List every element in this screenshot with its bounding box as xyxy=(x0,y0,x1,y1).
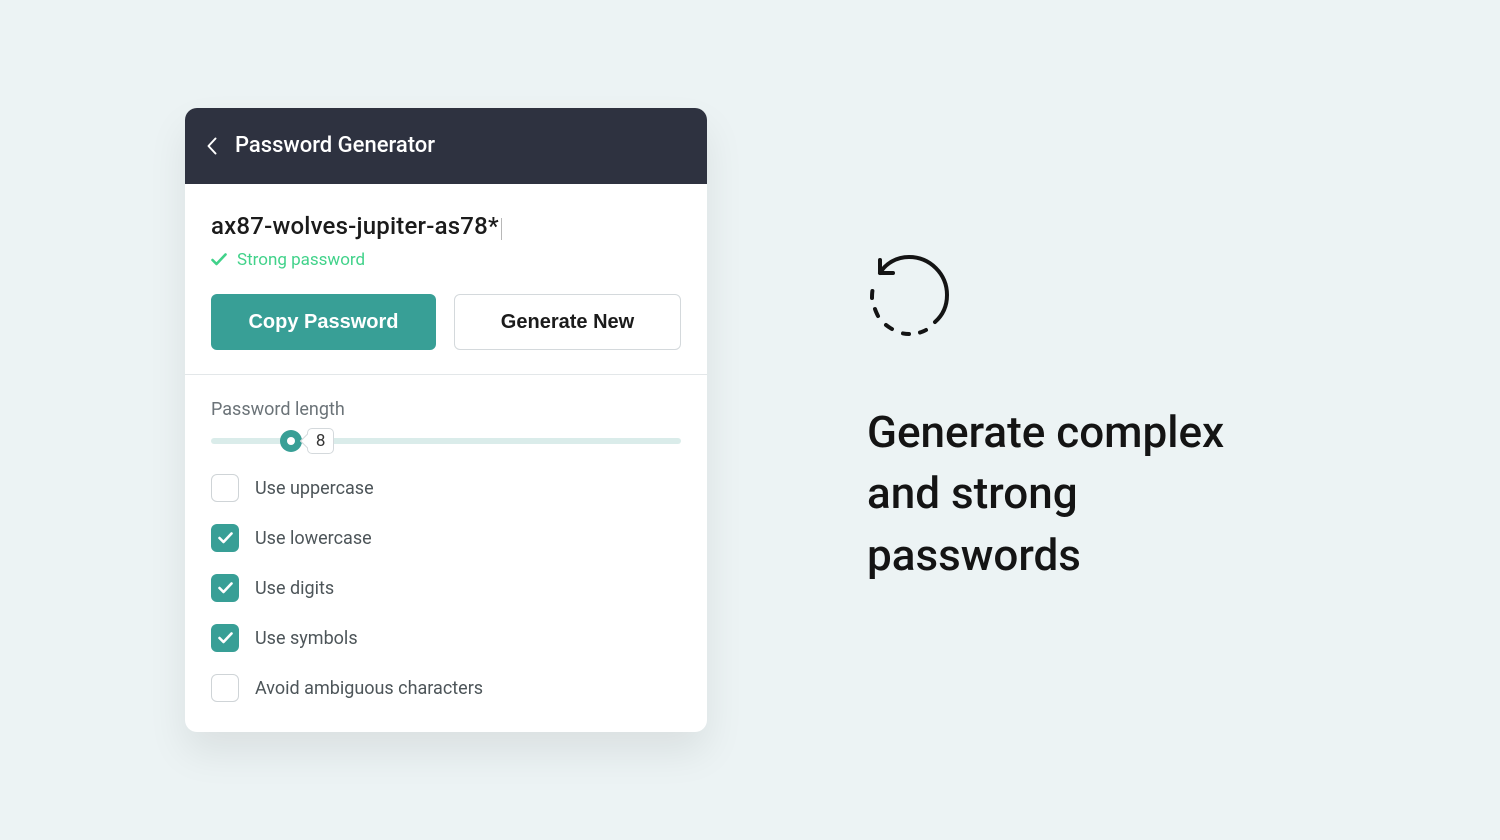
length-label: Password length xyxy=(211,399,681,420)
option-label: Use uppercase xyxy=(255,478,374,499)
option-row: Avoid ambiguous characters xyxy=(211,674,681,702)
card-title: Password Generator xyxy=(235,133,435,158)
checkbox[interactable] xyxy=(211,674,239,702)
chevron-left-icon[interactable] xyxy=(207,137,217,155)
option-label: Use digits xyxy=(255,578,334,599)
password-generator-card: Password Generator ax87-wolves-jupiter-a… xyxy=(185,108,707,733)
password-options-section: Password length 8 Use uppercase Use lower… xyxy=(185,375,707,732)
checkbox[interactable] xyxy=(211,624,239,652)
option-label: Avoid ambiguous characters xyxy=(255,678,483,699)
option-label: Use lowercase xyxy=(255,528,372,549)
copy-password-button[interactable]: Copy Password xyxy=(211,294,436,350)
option-label: Use symbols xyxy=(255,628,358,649)
button-row: Copy Password Generate New xyxy=(211,294,681,350)
slider-thumb[interactable] xyxy=(280,430,302,452)
slider-value: 8 xyxy=(307,428,335,454)
option-row: Use digits xyxy=(211,574,681,602)
options-list: Use uppercase Use lowercase Use digits Use … xyxy=(211,474,681,702)
card-header: Password Generator xyxy=(185,108,707,184)
generated-password[interactable]: ax87-wolves-jupiter-as78* xyxy=(211,212,499,240)
refresh-icon xyxy=(867,254,1247,342)
generate-new-button[interactable]: Generate New xyxy=(454,294,681,350)
password-display-row: ax87-wolves-jupiter-as78* xyxy=(211,212,681,241)
option-row: Use uppercase xyxy=(211,474,681,502)
strength-text: Strong password xyxy=(237,250,365,270)
text-cursor xyxy=(501,218,502,240)
hero-heading: Generate complex and strong passwords xyxy=(867,402,1247,587)
option-row: Use lowercase xyxy=(211,524,681,552)
checkbox[interactable] xyxy=(211,474,239,502)
strength-indicator: Strong password xyxy=(211,250,681,270)
option-row: Use symbols xyxy=(211,624,681,652)
checkbox[interactable] xyxy=(211,524,239,552)
check-icon xyxy=(211,251,227,270)
password-output-section: ax87-wolves-jupiter-as78* Strong passwor… xyxy=(185,184,707,376)
length-slider[interactable]: 8 xyxy=(211,438,681,444)
hero-section: Generate complex and strong passwords xyxy=(707,254,1247,587)
checkbox[interactable] xyxy=(211,574,239,602)
